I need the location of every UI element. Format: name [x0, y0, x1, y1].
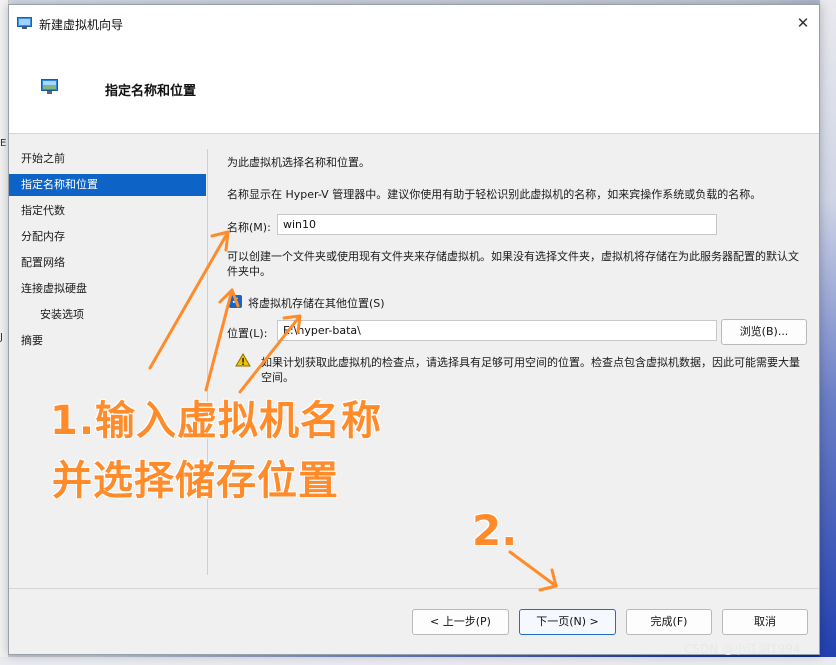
previous-button[interactable]: < 上一步(P)	[412, 609, 509, 635]
close-icon[interactable]: ✕	[791, 11, 815, 35]
next-button[interactable]: 下一页(N) >	[519, 609, 616, 635]
name-hint-text: 名称显示在 Hyper-V 管理器中。建议你使用有助于轻松识别此虚拟机的名称，如…	[227, 188, 762, 201]
annotation-step2: 2.	[472, 506, 518, 555]
step-summary[interactable]: 摘要	[9, 330, 206, 352]
step-memory[interactable]: 分配内存	[9, 226, 206, 248]
folder-hint-text: 可以创建一个文件夹或使用现有文件夹来存储虚拟机。如果没有选择文件夹，虚拟机将存储…	[227, 250, 799, 278]
hyperv-vm-icon	[17, 17, 32, 29]
step-name-and-location[interactable]: 指定名称和位置	[9, 174, 206, 196]
location-input[interactable]: E:\hyper-bata\	[277, 320, 717, 341]
nav-divider	[207, 149, 208, 575]
name-label: 名称(M):	[227, 221, 271, 234]
step-generation[interactable]: 指定代数	[9, 200, 206, 222]
taskbar-edge	[0, 657, 836, 665]
window-title: 新建虚拟机向导	[39, 18, 124, 32]
step-virtual-disk[interactable]: 连接虚拟硬盘	[9, 278, 206, 300]
store-elsewhere-label[interactable]: 将虚拟机存储在其他位置(S)	[248, 295, 385, 311]
warning-text: 如果计划获取此虚拟机的检查点，请选择具有足够可用空间的位置。检查点包含虚拟机数据…	[261, 356, 800, 384]
step-before-you-begin[interactable]: 开始之前	[9, 148, 206, 170]
step-network[interactable]: 配置网络	[9, 252, 206, 274]
page-title: 指定名称和位置	[105, 84, 197, 99]
annotation-step1-line2: 并选择储存位置	[52, 458, 339, 504]
new-vm-wizard-window: 新建虚拟机向导 ✕ 指定名称和位置 开始之前 指定名称和位置 指定代数 分配内存…	[8, 4, 820, 655]
location-label: 位置(L):	[227, 327, 268, 340]
intro-text: 为此虚拟机选择名称和位置。	[227, 156, 370, 169]
warning-icon	[235, 353, 251, 367]
finish-button[interactable]: 完成(F)	[626, 609, 712, 635]
browse-button[interactable]: 浏览(B)...	[721, 319, 807, 345]
step-install-options[interactable]: 安装选项	[9, 304, 206, 326]
hyperv-vm-icon	[41, 79, 58, 94]
background-fragment: J	[0, 332, 3, 343]
name-input[interactable]: win10	[277, 214, 717, 235]
store-elsewhere-checkbox[interactable]: ✓	[229, 295, 242, 308]
cancel-button[interactable]: 取消	[722, 609, 808, 635]
watermark: CSDN @小江湖1994	[684, 642, 801, 656]
annotation-step1-line1: 1.输入虚拟机名称	[50, 398, 383, 444]
desktop-wallpaper	[820, 0, 836, 665]
footer-divider	[9, 588, 819, 589]
background-fragment: E	[0, 138, 7, 149]
check-icon: ✓	[231, 296, 240, 307]
title-bar[interactable]: 新建虚拟机向导 ✕	[9, 5, 819, 41]
wizard-header: 指定名称和位置	[9, 41, 819, 134]
